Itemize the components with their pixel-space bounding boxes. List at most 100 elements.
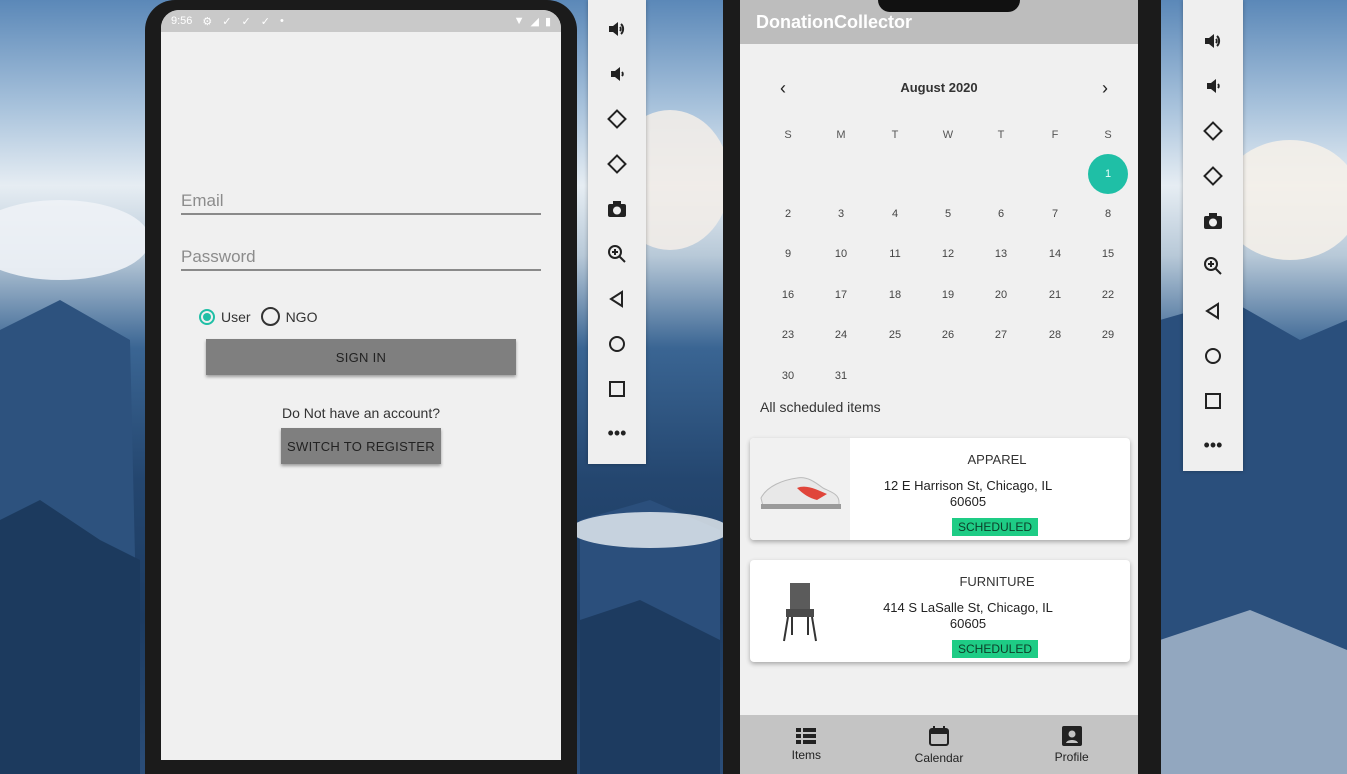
weekday-label: S (1104, 129, 1112, 141)
calendar-day[interactable]: 26 (933, 329, 963, 341)
calendar-day[interactable]: 28 (1040, 329, 1070, 341)
calendar-day[interactable]: 20 (986, 289, 1016, 301)
home-icon[interactable] (602, 321, 632, 366)
calendar-day[interactable]: 13 (986, 248, 1016, 260)
zoom-icon[interactable] (1198, 243, 1228, 288)
login-screen: 9:56 ⚙ ✓ ✓ ✓ • ▼ ◢ ▮ Email Password User… (161, 10, 561, 760)
overview-icon[interactable] (1198, 378, 1228, 423)
ngo-radio[interactable] (260, 307, 280, 326)
check-status-icon: ✓ (241, 15, 251, 28)
bottom-navigation: Items Calendar Profile (740, 715, 1138, 774)
item-category: FURNITURE (959, 574, 1035, 589)
scheduled-item-card[interactable]: FURNITURE 414 S LaSalle St, Chicago, IL … (750, 560, 1130, 662)
calendar-day[interactable]: 14 (1040, 248, 1070, 260)
calendar-day[interactable]: 8 (1093, 208, 1123, 220)
sign-in-button[interactable]: SIGN IN (206, 339, 516, 375)
calendar-phone-frame: DonationCollector ‹ August 2020 › SMTWTF… (723, 0, 1161, 774)
item-address: 12 E Harrison St, Chicago, IL 60605 (868, 478, 1068, 510)
camera-icon[interactable] (1198, 198, 1228, 243)
email-placeholder: Email (181, 191, 224, 210)
address-line1: 12 E Harrison St, Chicago, IL (883, 478, 1053, 493)
calendar-day-selected[interactable]: 1 (1088, 154, 1128, 194)
volume-up-icon[interactable] (602, 6, 632, 51)
no-account-text: Do Not have an account? (282, 405, 440, 421)
wifi-icon: ▼ (513, 15, 525, 27)
zoom-icon[interactable] (602, 231, 632, 276)
volume-down-icon[interactable] (1198, 63, 1228, 108)
calendar-day[interactable]: 5 (933, 208, 963, 220)
calendar-day[interactable]: 19 (933, 289, 963, 301)
email-field[interactable]: Email (181, 191, 541, 215)
scheduled-item-card[interactable]: APPAREL 12 E Harrison St, Chicago, IL 60… (750, 438, 1130, 540)
calendar-day[interactable]: 25 (880, 329, 910, 341)
signal-icon: ◢ (530, 15, 539, 28)
calendar-day[interactable]: 11 (880, 248, 910, 260)
app-title: DonationCollector (756, 11, 912, 32)
nav-items[interactable]: Items (740, 715, 873, 774)
nav-profile-label: Profile (1054, 749, 1089, 764)
calendar-day[interactable]: 24 (826, 329, 856, 341)
calendar-day[interactable]: 7 (1040, 208, 1070, 220)
calendar-day[interactable]: 9 (773, 248, 803, 260)
camera-icon[interactable] (602, 186, 632, 231)
calendar-day[interactable]: 10 (826, 248, 856, 260)
nav-calendar-label: Calendar (914, 750, 964, 765)
calendar-day[interactable]: 3 (826, 208, 856, 220)
nav-calendar[interactable]: Calendar (873, 715, 1006, 774)
next-month-button[interactable]: › (1102, 78, 1108, 99)
calendar-day[interactable]: 4 (880, 208, 910, 220)
section-label: All scheduled items (760, 399, 881, 415)
volume-up-icon[interactable] (1198, 18, 1228, 63)
nav-profile[interactable]: Profile (1005, 715, 1138, 774)
calendar-day[interactable]: 22 (1093, 289, 1123, 301)
status-badge: SCHEDULED (952, 640, 1039, 658)
overview-icon[interactable] (602, 366, 632, 411)
emulator-toolbar: ••• (588, 0, 646, 464)
nav-items-label: Items (791, 747, 821, 762)
battery-icon: ▮ (544, 15, 551, 28)
home-icon[interactable] (1198, 333, 1228, 378)
volume-down-icon[interactable] (602, 51, 632, 96)
switch-to-register-button[interactable]: SWITCH TO REGISTER (281, 428, 441, 464)
rotate-left-icon[interactable] (1198, 108, 1228, 153)
calendar-day[interactable]: 21 (1040, 289, 1070, 301)
password-field[interactable]: Password (181, 247, 541, 271)
user-radio[interactable] (199, 308, 215, 325)
calendar-icon (929, 725, 949, 746)
calendar-day[interactable]: 31 (826, 370, 856, 382)
calendar-day[interactable]: 15 (1093, 248, 1123, 260)
back-icon[interactable] (602, 276, 632, 321)
calendar-day[interactable]: 2 (773, 208, 803, 220)
weekday-label: T (891, 129, 899, 141)
more-icon[interactable]: ••• (602, 411, 632, 456)
rotate-right-icon[interactable] (1198, 153, 1228, 198)
profile-icon (1061, 725, 1082, 746)
calendar-day[interactable]: 23 (773, 329, 803, 341)
address-line2: 60605 (949, 616, 987, 631)
ngo-radio-label: NGO (285, 308, 318, 325)
rotate-left-icon[interactable] (602, 96, 632, 141)
address-line1: 414 S LaSalle St, Chicago, IL (883, 600, 1053, 615)
rotate-right-icon[interactable] (602, 141, 632, 186)
calendar-day[interactable]: 17 (826, 289, 856, 301)
item-address: 414 S LaSalle St, Chicago, IL 60605 (868, 600, 1068, 632)
more-icon[interactable]: ••• (1198, 423, 1228, 468)
status-bar: 9:56 ⚙ ✓ ✓ ✓ • ▼ ◢ ▮ (161, 10, 561, 32)
login-phone-frame: 9:56 ⚙ ✓ ✓ ✓ • ▼ ◢ ▮ Email Password User… (145, 0, 577, 774)
check-status-icon: ✓ (222, 15, 232, 28)
calendar-day[interactable]: 18 (880, 289, 910, 301)
calendar-day[interactable]: 30 (773, 370, 803, 382)
calendar-day[interactable]: 12 (933, 248, 963, 260)
status-badge: SCHEDULED (952, 518, 1039, 536)
status-time: 9:56 (171, 15, 193, 27)
calendar-day[interactable]: 16 (773, 289, 803, 301)
user-radio-label: User (221, 308, 251, 325)
month-label: August 2020 (900, 80, 978, 95)
calendar-day[interactable]: 27 (986, 329, 1016, 341)
switch-label: SWITCH TO REGISTER (287, 438, 435, 454)
calendar-day[interactable]: 6 (986, 208, 1016, 220)
calendar-day[interactable]: 29 (1093, 329, 1123, 341)
dot-status-icon: • (279, 15, 284, 27)
weekday-label: F (1051, 129, 1059, 141)
back-icon[interactable] (1198, 288, 1228, 333)
